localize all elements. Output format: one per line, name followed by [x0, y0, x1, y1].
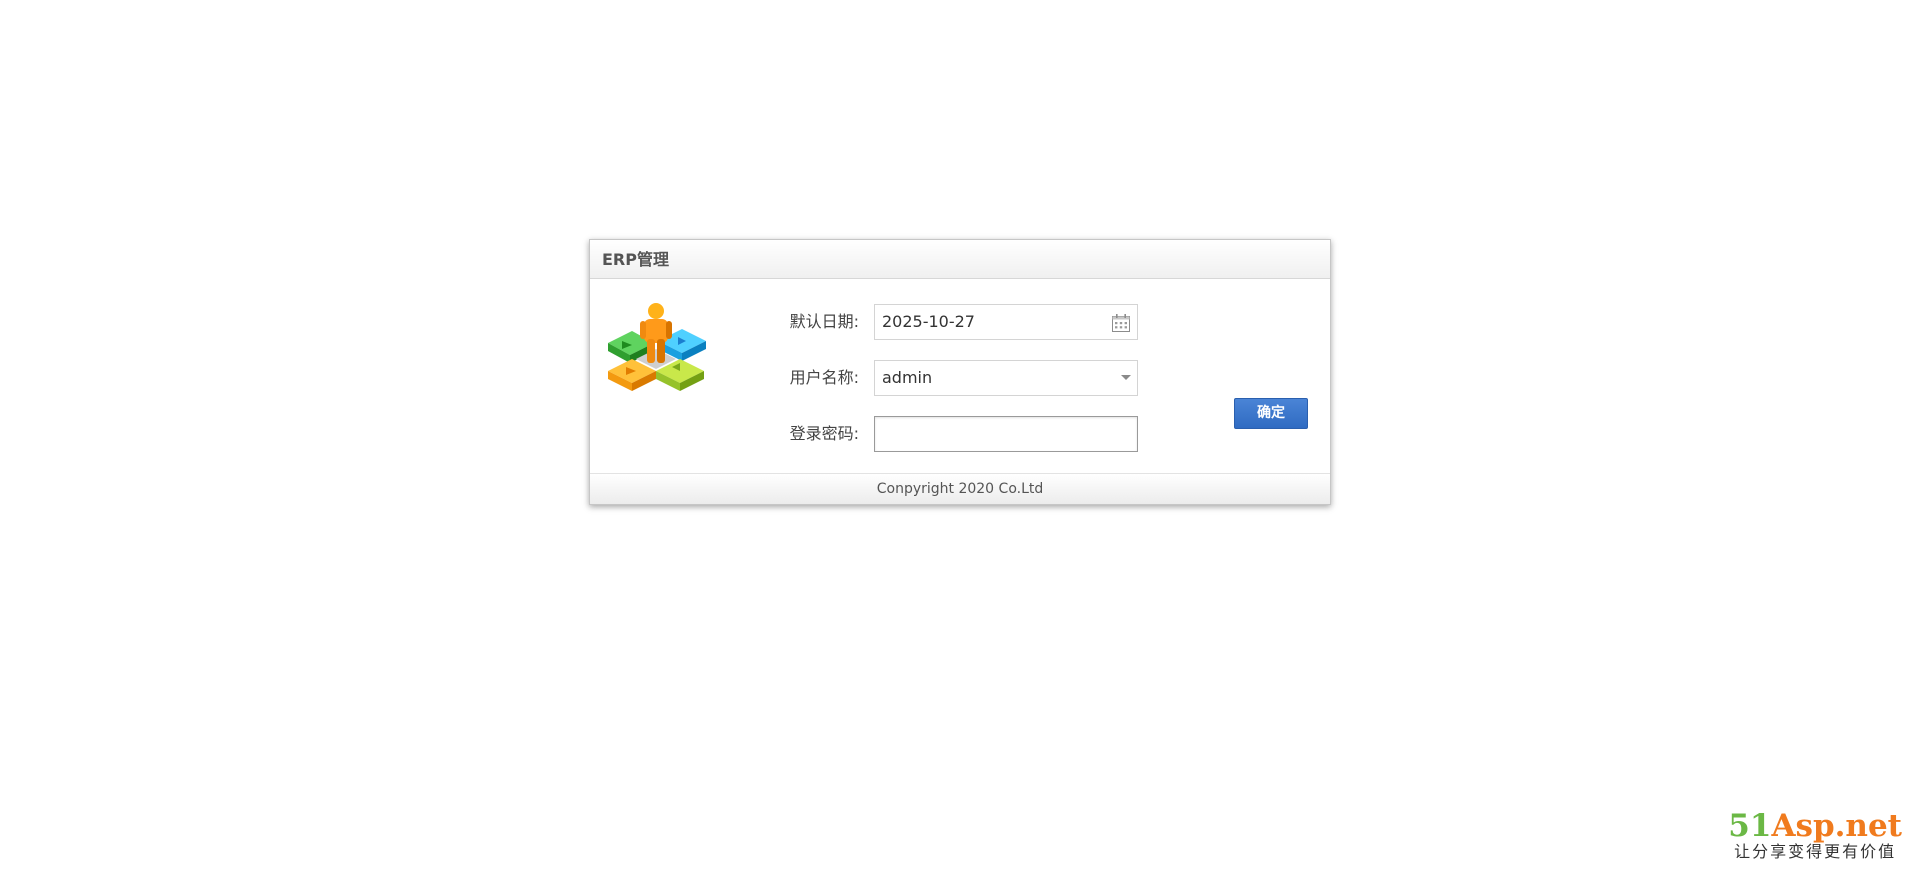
date-label: 默认日期: [789, 312, 859, 331]
erp-logo [608, 303, 706, 391]
login-dialog: ERP管理 默认日期: 2025-10-27 用户名称: admin 登录密码:… [589, 239, 1331, 505]
username-value[interactable]: admin [882, 361, 932, 395]
watermark-brand: 51Asp.net [1728, 810, 1902, 842]
copyright-footer: Conpyright 2020 Co.Ltd [590, 473, 1330, 504]
watermark-brand-suffix: Asp.net [1771, 808, 1902, 844]
password-label: 登录密码: [789, 424, 859, 443]
username-label: 用户名称: [789, 368, 859, 387]
username-row: 用户名称: admin [774, 360, 1154, 396]
confirm-button[interactable]: 确定 [1234, 398, 1308, 429]
chevron-down-icon[interactable] [1121, 375, 1131, 380]
date-row: 默认日期: 2025-10-27 [774, 304, 1154, 340]
password-field[interactable] [874, 416, 1138, 452]
date-field[interactable]: 2025-10-27 [874, 304, 1138, 340]
watermark-brand-prefix: 51 [1728, 808, 1772, 844]
watermark-slogan: 让分享变得更有价值 [1734, 842, 1897, 861]
password-input[interactable] [875, 417, 1137, 451]
dialog-title: ERP管理 [590, 240, 1330, 279]
date-value[interactable]: 2025-10-27 [882, 305, 975, 339]
dialog-body: 默认日期: 2025-10-27 用户名称: admin 登录密码: 确定 [590, 279, 1330, 473]
username-select[interactable]: admin [874, 360, 1138, 396]
calendar-icon[interactable] [1111, 313, 1131, 333]
password-row: 登录密码: [774, 416, 1154, 452]
watermark-logo: 51Asp.net 让分享变得更有价值 [1728, 810, 1902, 862]
